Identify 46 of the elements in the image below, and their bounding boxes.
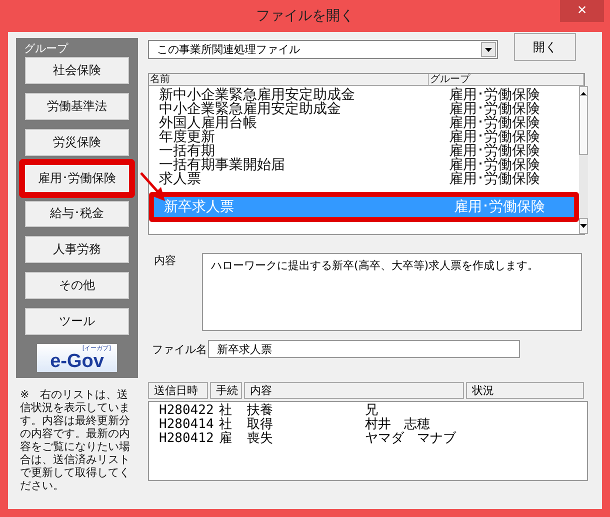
group-button[interactable]: 給与･税金	[25, 200, 129, 228]
content-cell-text: 扶養	[247, 404, 274, 418]
content-cell-text: 取得	[247, 418, 274, 432]
note-text: ※ 右のリストは、送信状況を表示しています。内容は最終更新分の内容です。最新の内容をご覧になりたい場合は、送信済みリストで更新して取得してください。	[19, 388, 131, 492]
person-cell-text: ヤマダ マナブ	[365, 432, 458, 446]
group-button[interactable]: 労働基準法	[25, 92, 129, 120]
group-button[interactable]: 労災保険	[25, 128, 129, 156]
date-cell-text: H280414	[159, 418, 215, 432]
column-header[interactable]: 名前	[149, 74, 429, 85]
content-label: 内容	[153, 253, 177, 268]
group-button[interactable]: 社会保険	[25, 57, 129, 84]
content-cell-text: 喪失	[247, 432, 274, 446]
file-row[interactable]: 年度更新 雇用･労働保険	[149, 130, 579, 144]
file-name-label: ファイル名	[151, 342, 208, 356]
file-row[interactable]: 外国人雇用台帳 雇用･労働保険	[149, 116, 579, 130]
group-button[interactable]: その他	[25, 272, 129, 300]
category-dropdown[interactable]: この事業所関連処理ファイル	[148, 40, 498, 59]
panel-title: グループ	[24, 41, 68, 56]
group-button[interactable]: ツール	[25, 308, 129, 336]
scroll-down-icon[interactable]	[579, 218, 588, 234]
window-title: ファイルを開く	[256, 7, 354, 25]
date-cell-text: H280422	[159, 404, 215, 418]
content-box[interactable]: ハローワークに提出する新卒(高卒、大卒等)求人票を作成します。	[202, 253, 582, 331]
close-button[interactable]: ×	[560, 0, 604, 22]
file-row[interactable]: 求人票 雇用･労働保険	[149, 172, 579, 186]
procedure-cell-text: 雇	[219, 432, 233, 446]
file-name-field[interactable]: 新卒求人票	[208, 340, 520, 358]
column-header[interactable]: 手続	[210, 382, 242, 399]
procedure-cell-text: 社	[219, 418, 233, 432]
person-cell-text: 村井 志穂	[365, 418, 431, 432]
group-button[interactable]: 雇用･労働保険	[19, 158, 135, 198]
file-row[interactable]: 一括有期 雇用･労働保険	[149, 144, 579, 158]
date-cell-text: H280412	[159, 432, 215, 446]
column-header[interactable]: 状況	[466, 382, 584, 399]
scrollbar[interactable]	[579, 86, 588, 234]
person-cell-text: 兄	[365, 404, 378, 418]
logo-text: e-Gov	[50, 352, 104, 371]
column-header[interactable]: 内容	[244, 382, 464, 399]
group-button[interactable]: 人事労務	[25, 236, 129, 264]
file-row[interactable]: 一括有期事業開始届 雇用･労働保険	[149, 158, 579, 172]
file-row[interactable]: 新中小企業緊急雇用安定助成金 雇用･労働保険	[149, 88, 579, 102]
file-row[interactable]: 中小企業緊急雇用安定助成金 雇用･労働保険	[149, 102, 579, 116]
column-header[interactable]: 送信日時	[148, 382, 208, 399]
column-header[interactable]: グループ	[429, 74, 584, 85]
procedure-cell-text: 社	[219, 404, 233, 418]
open-button[interactable]: 開く	[514, 33, 576, 61]
